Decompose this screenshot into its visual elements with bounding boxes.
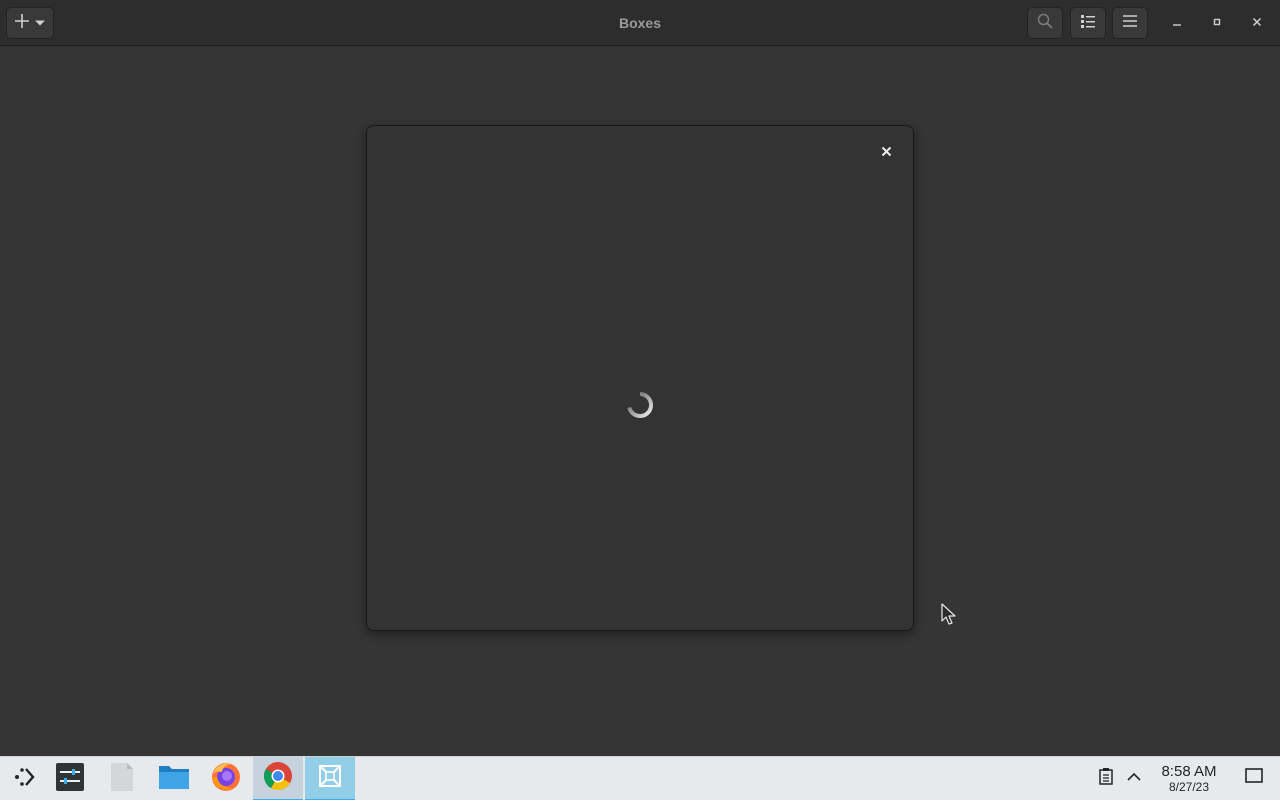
view-toggle-button[interactable] [1070,7,1106,39]
close-icon [881,144,892,162]
minimize-button[interactable] [1166,12,1188,34]
search-icon [1037,13,1053,34]
main-menu-button[interactable] [1112,7,1148,39]
search-button[interactable] [1027,7,1063,39]
taskbar: 8:58 AM 8/27/23 [0,756,1280,800]
close-icon [1252,14,1262,32]
taskbar-firefox-app[interactable] [201,757,251,800]
hamburger-menu-icon [1122,13,1138,34]
chevron-down-icon [34,14,46,32]
mouse-cursor-icon [941,603,957,627]
clipboard-tray-button[interactable] [1095,767,1117,789]
loading-spinner-icon [626,391,654,419]
folder-icon [158,763,190,796]
plus-icon [14,13,30,34]
loading-dialog [366,125,914,631]
application-launcher-button[interactable] [0,757,50,800]
maximize-icon [1212,14,1222,32]
header-bar: Boxes [0,0,1280,46]
boxes-icon [315,761,345,796]
taskbar-file-manager-app[interactable] [149,757,199,800]
firefox-icon [210,761,242,798]
settings-icon [55,762,85,797]
chevron-up-icon [1127,769,1141,787]
clock-date: 8/27/23 [1168,780,1210,794]
desktop-icon [1245,767,1263,789]
maximize-button[interactable] [1206,12,1228,34]
chrome-icon [262,760,294,797]
launcher-icon [12,764,38,795]
taskbar-boxes-app[interactable] [305,757,355,800]
show-hidden-icons-button[interactable] [1123,767,1145,789]
taskbar-settings-app[interactable] [45,757,95,800]
clipboard-icon [1098,767,1114,790]
close-window-button[interactable] [1246,12,1268,34]
list-view-icon [1080,13,1096,34]
clock-time: 8:58 AM [1161,763,1217,780]
digital-clock[interactable]: 8:58 AM 8/27/23 [1150,763,1228,794]
dialog-close-button[interactable] [875,142,897,164]
show-desktop-button[interactable] [1243,767,1265,789]
document-icon [109,762,135,797]
taskbar-text-editor-app[interactable] [97,757,147,800]
minimize-icon [1172,14,1182,32]
new-box-button[interactable] [6,7,54,39]
taskbar-chrome-app[interactable] [253,757,303,800]
